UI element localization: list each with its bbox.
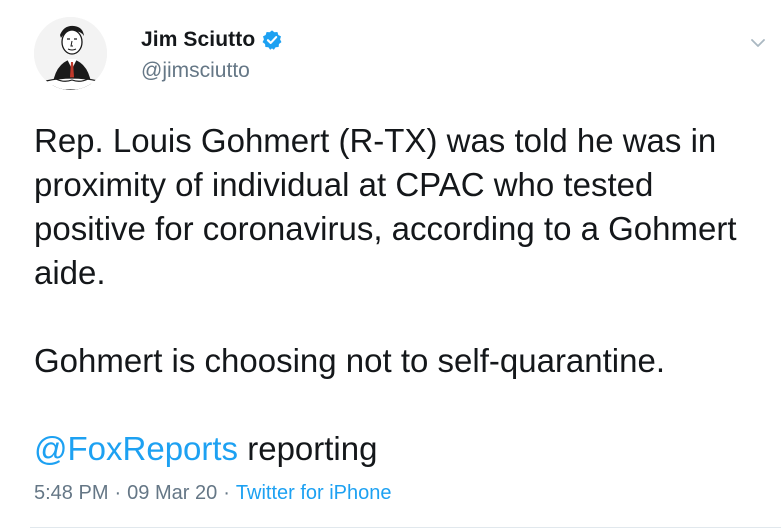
- source-link[interactable]: Twitter for iPhone: [236, 482, 392, 505]
- verified-badge-icon: [261, 29, 283, 51]
- avatar-illustration-icon: [34, 17, 107, 90]
- meta-separator: ·: [223, 482, 230, 504]
- display-name[interactable]: Jim Sciutto: [141, 28, 255, 52]
- meta-separator: ·: [114, 482, 122, 504]
- tweet-card: Jim Sciutto @jimsciutto Rep. Louis Gohme…: [0, 0, 781, 532]
- divider: [30, 527, 781, 528]
- tweet-text: Rep. Louis Gohmert (R-TX) was told he wa…: [34, 119, 754, 471]
- user-handle[interactable]: @jimsciutto: [141, 59, 283, 83]
- mention-suffix: reporting: [238, 430, 378, 467]
- author-info: Jim Sciutto @jimsciutto: [141, 24, 283, 83]
- tweet-paragraph-3: @FoxReports reporting: [34, 427, 754, 471]
- tweet-paragraph-1: Rep. Louis Gohmert (R-TX) was told he wa…: [34, 122, 737, 291]
- tweet-meta: 5:48 PM · 09 Mar 20 · Twitter for iPhone: [34, 482, 392, 505]
- mention-link[interactable]: @FoxReports: [34, 430, 238, 467]
- name-row: Jim Sciutto: [141, 24, 283, 56]
- tweet-date[interactable]: 09 Mar 20: [127, 482, 217, 505]
- chevron-down-icon[interactable]: [749, 34, 767, 52]
- tweet-paragraph-2: Gohmert is choosing not to self-quaranti…: [34, 342, 666, 379]
- avatar[interactable]: [34, 17, 107, 90]
- tweet-time[interactable]: 5:48 PM: [34, 482, 108, 505]
